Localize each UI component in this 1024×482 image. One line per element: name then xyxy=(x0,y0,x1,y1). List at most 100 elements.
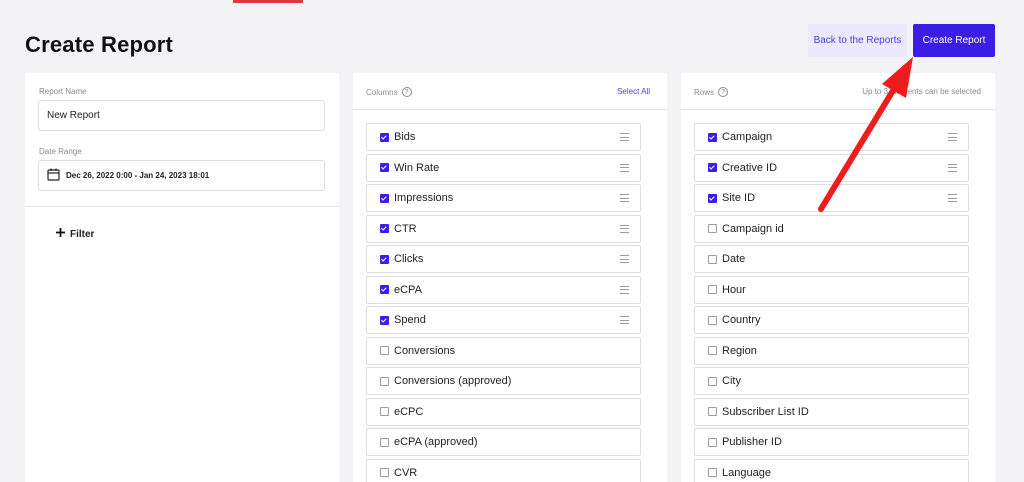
checkbox[interactable] xyxy=(708,285,717,294)
checkbox[interactable] xyxy=(708,407,717,416)
columns-title: Columns xyxy=(366,87,398,97)
checkbox[interactable] xyxy=(708,224,717,233)
list-item[interactable]: Subscriber List ID xyxy=(694,397,969,426)
list-item[interactable]: CVR xyxy=(366,458,641,482)
rows-title: Rows xyxy=(694,87,715,97)
checkbox[interactable] xyxy=(708,346,717,355)
list-item[interactable]: City xyxy=(694,367,969,395)
checkbox[interactable] xyxy=(380,315,389,325)
checkbox[interactable] xyxy=(380,468,389,477)
list-item-label: Publisher ID xyxy=(722,436,782,448)
list-item[interactable]: Site ID xyxy=(694,184,969,212)
list-item-label: Conversions (approved) xyxy=(394,375,512,387)
checkbox[interactable] xyxy=(380,285,389,294)
drag-handle-icon[interactable] xyxy=(620,285,629,294)
list-item[interactable]: eCPA (approved) xyxy=(366,428,641,456)
drag-handle-icon[interactable] xyxy=(948,163,957,172)
list-item[interactable]: Bids xyxy=(366,123,641,151)
drag-handle-icon[interactable] xyxy=(948,133,957,141)
list-item-label: Conversions xyxy=(394,344,456,357)
rows-limit-note: Up to 3 elements can be selected xyxy=(862,87,981,96)
checkbox[interactable] xyxy=(708,254,717,264)
list-item[interactable]: Conversions xyxy=(366,336,641,365)
checkbox[interactable] xyxy=(380,163,389,172)
checkbox[interactable] xyxy=(708,437,717,447)
drag-handle-icon[interactable] xyxy=(620,316,629,324)
back-to-reports-button[interactable]: Back to the Reports xyxy=(808,24,907,57)
checkbox[interactable] xyxy=(708,193,717,203)
columns-header: Columns ? xyxy=(366,87,412,97)
calendar-icon xyxy=(47,168,60,183)
list-item[interactable]: Impressions xyxy=(366,184,641,212)
drag-handle-icon[interactable] xyxy=(620,163,629,172)
list-item[interactable]: Spend xyxy=(366,306,641,334)
list-item-label: Spend xyxy=(394,314,426,326)
list-item[interactable]: Win Rate xyxy=(366,153,641,182)
list-item-label: eCPC xyxy=(394,405,424,418)
report-name-label: Report Name xyxy=(39,87,87,96)
report-settings-panel: Report Name New Report Date Range Dec 26… xyxy=(25,73,339,482)
list-item[interactable]: Creative ID xyxy=(694,153,969,182)
help-icon[interactable]: ? xyxy=(718,87,729,97)
checkbox[interactable] xyxy=(708,132,717,142)
checkbox[interactable] xyxy=(708,163,717,172)
drag-handle-icon[interactable] xyxy=(620,255,629,263)
list-item[interactable]: Region xyxy=(694,336,969,365)
checkbox[interactable] xyxy=(380,437,389,447)
page-title: Create Report xyxy=(25,32,174,57)
drag-handle-icon[interactable] xyxy=(948,194,957,202)
select-all-link[interactable]: Select All xyxy=(617,87,650,96)
topbar-active-indicator xyxy=(233,0,303,3)
checkbox[interactable] xyxy=(708,468,717,477)
divider xyxy=(25,206,339,207)
checkbox[interactable] xyxy=(380,193,389,203)
drag-handle-icon[interactable] xyxy=(620,224,629,233)
list-item-label: CVR xyxy=(394,466,418,479)
list-item[interactable]: Country xyxy=(694,306,969,334)
drag-handle-icon[interactable] xyxy=(620,194,629,202)
columns-list: Bids Win Rate Impressions CTR Clicks eCPA Spen… xyxy=(366,123,641,482)
list-item-label: Subscriber List ID xyxy=(722,405,809,418)
filter-label: Filter xyxy=(70,228,95,240)
list-item-label: Country xyxy=(722,314,761,326)
list-item-label: Creative ID xyxy=(722,161,778,174)
list-item-label: Win Rate xyxy=(394,161,440,174)
list-item[interactable]: Clicks xyxy=(366,245,641,273)
checkbox[interactable] xyxy=(708,376,717,386)
drag-handle-icon[interactable] xyxy=(620,133,629,141)
add-filter-button[interactable]: Filter xyxy=(56,228,94,240)
list-item[interactable]: eCPC xyxy=(366,397,641,426)
list-item-label: Language xyxy=(722,466,771,479)
list-item[interactable]: CTR xyxy=(366,214,641,243)
list-item-label: Campaign xyxy=(722,131,773,143)
checkbox[interactable] xyxy=(380,346,389,355)
checkbox[interactable] xyxy=(380,132,389,142)
list-item-label: Clicks xyxy=(394,253,424,265)
rows-header: Rows ? xyxy=(694,87,729,97)
list-item[interactable]: Campaign id xyxy=(694,214,969,243)
checkbox[interactable] xyxy=(708,315,717,325)
create-report-button[interactable]: Create Report xyxy=(913,24,995,57)
list-item-label: Date xyxy=(722,253,746,265)
report-name-input[interactable]: New Report xyxy=(38,100,325,131)
list-item-label: Hour xyxy=(722,283,746,296)
list-item[interactable]: eCPA xyxy=(366,275,641,304)
checkbox[interactable] xyxy=(380,224,389,233)
help-icon[interactable]: ? xyxy=(401,87,412,97)
rows-list: Campaign Creative ID Site ID Campaign id Dat… xyxy=(694,123,969,482)
list-item[interactable]: Language xyxy=(694,458,969,482)
list-item-label: Campaign id xyxy=(722,222,784,235)
list-item[interactable]: Date xyxy=(694,245,969,273)
list-item[interactable]: Campaign xyxy=(694,123,969,151)
date-range-value: Dec 26, 2022 0:00 - Jan 24, 2023 18:01 xyxy=(66,171,210,180)
checkbox[interactable] xyxy=(380,254,389,264)
date-range-picker[interactable]: Dec 26, 2022 0:00 - Jan 24, 2023 18:01 xyxy=(38,160,325,191)
list-item[interactable]: Publisher ID xyxy=(694,428,969,456)
checkbox[interactable] xyxy=(380,407,389,416)
checkbox[interactable] xyxy=(380,376,389,386)
date-range-label: Date Range xyxy=(39,147,82,156)
list-item[interactable]: Conversions (approved) xyxy=(366,367,641,395)
list-item-label: Impressions xyxy=(394,192,454,204)
list-item-label: eCPA xyxy=(394,283,422,296)
list-item[interactable]: Hour xyxy=(694,275,969,304)
